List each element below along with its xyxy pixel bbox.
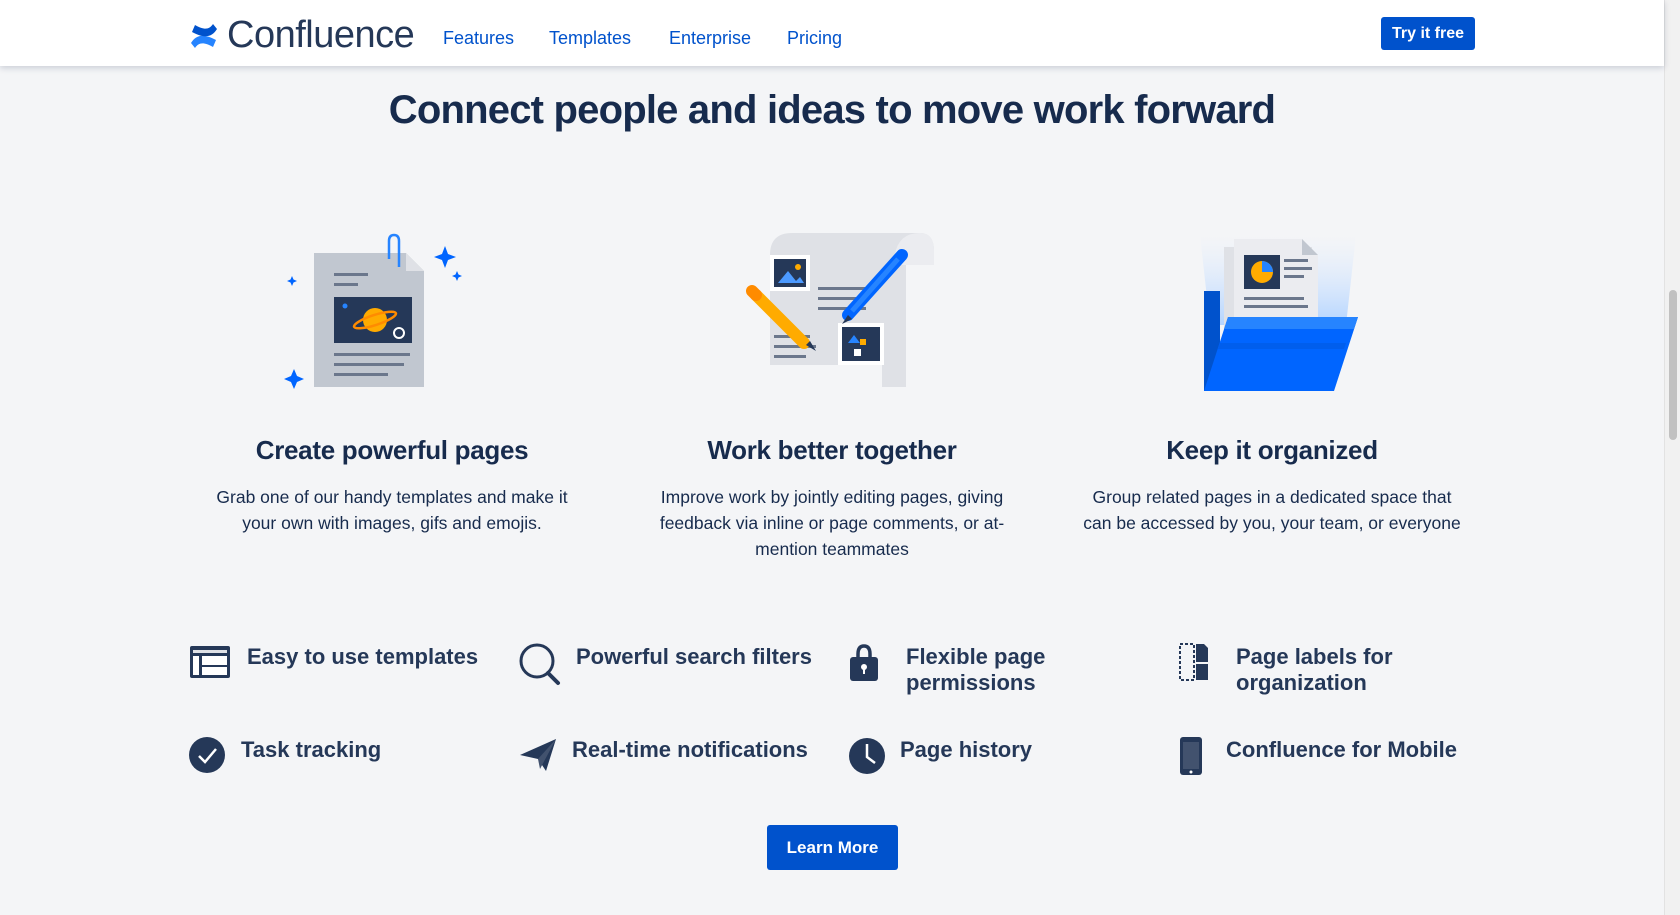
mini-feature-label: Task tracking — [241, 737, 382, 762]
brand-name: Confluence — [227, 14, 415, 56]
mobile-phone-icon — [1180, 737, 1202, 775]
mini-feature-templates: Easy to use templates — [189, 642, 478, 686]
mini-feature-permissions: Flexible page permissions — [848, 642, 1056, 696]
nav-link-pricing[interactable]: Pricing — [787, 28, 842, 49]
search-icon — [519, 643, 560, 685]
paper-plane-icon — [520, 739, 556, 771]
page-labels-icon — [1179, 643, 1208, 681]
mini-feature-label: Flexible page permissions — [906, 644, 1046, 695]
feature-title: Keep it organized — [1166, 435, 1378, 465]
clock-icon — [849, 738, 885, 774]
nav-link-enterprise[interactable]: Enterprise — [669, 28, 751, 49]
feature-create-pages: Create powerful pages Grab one of our ha… — [192, 225, 592, 536]
collaboration-illustration-icon — [740, 233, 934, 387]
scrollbar-thumb[interactable] — [1669, 290, 1677, 440]
mini-feature-labels: Page labels for organization — [1178, 642, 1396, 696]
template-layout-icon — [190, 646, 230, 678]
mini-feature-label: Powerful search filters — [576, 644, 812, 669]
mini-feature-tasks: Task tracking — [189, 735, 381, 779]
mini-feature-label: Page history — [900, 737, 1033, 762]
learn-more-button[interactable]: Learn More — [767, 825, 898, 870]
document-illustration-icon — [284, 233, 462, 389]
feature-description: Group related pages in a dedicated space… — [1083, 487, 1461, 533]
top-navbar: Confluence Features Templates Enterprise… — [0, 0, 1664, 66]
mini-feature-label: Confluence for Mobile — [1226, 737, 1457, 762]
confluence-logo-icon — [191, 23, 217, 48]
mini-feature-history: Page history — [848, 735, 1032, 779]
lock-icon — [850, 644, 878, 681]
section-title: Connect people and ideas to move work fo… — [388, 88, 1276, 132]
feature-title: Work better together — [707, 435, 957, 465]
try-it-free-button[interactable]: Try it free — [1381, 17, 1475, 50]
nav-link-features[interactable]: Features — [443, 28, 514, 49]
feature-work-together: Work better together Improve work by joi… — [632, 225, 1032, 562]
confluence-logo[interactable]: Confluence — [189, 14, 415, 57]
feature-keep-organized: Keep it organized Group related pages in… — [1072, 225, 1472, 536]
feature-title: Create powerful pages — [255, 435, 529, 465]
mini-feature-mobile: Confluence for Mobile — [1178, 735, 1457, 779]
checkmark-circle-icon — [189, 737, 225, 773]
mini-feature-search: Powerful search filters — [518, 642, 812, 686]
feature-description: Improve work by jointly editing pages, g… — [659, 487, 1005, 559]
mini-feature-label: Page labels for organization — [1236, 644, 1393, 695]
mini-feature-notifications: Real-time notifications — [518, 735, 808, 779]
feature-description: Grab one of our handy templates and make… — [216, 487, 568, 533]
nav-link-templates[interactable]: Templates — [549, 28, 631, 49]
mini-feature-label: Real-time notifications — [572, 737, 808, 762]
mini-feature-label: Easy to use templates — [247, 644, 479, 669]
page-scrollbar[interactable] — [1664, 0, 1680, 915]
folder-illustration-icon — [1200, 235, 1358, 391]
